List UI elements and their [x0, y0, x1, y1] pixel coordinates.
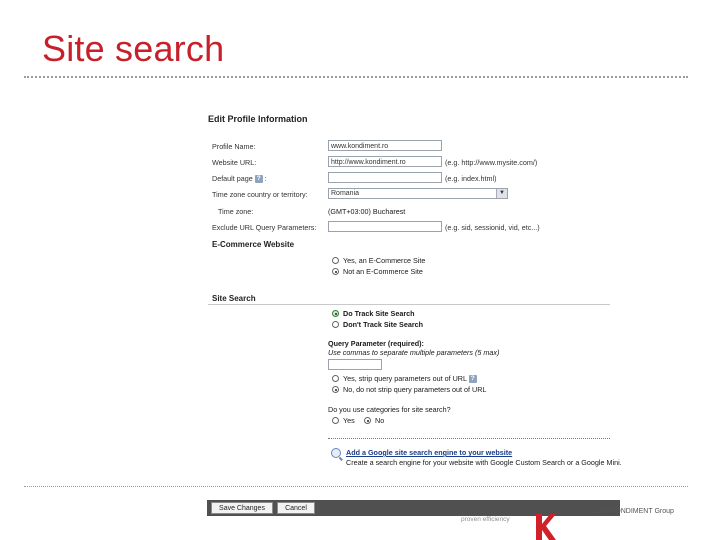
website-url-hint: (e.g. http://www.mysite.com/): [445, 158, 538, 167]
footer-tagline: proven efficiency: [461, 516, 510, 523]
strip-yes-label: Yes, strip query parameters out of URL: [343, 374, 467, 383]
profile-name-label: Profile Name:: [212, 142, 256, 151]
categories-label: Do you use categories for site search?: [328, 405, 451, 414]
dont-track-radio[interactable]: [332, 321, 339, 328]
exclude-params-label: Exclude URL Query Parameters:: [212, 223, 317, 232]
default-page-label-row: Default page ? :: [212, 174, 267, 184]
strip-no-label: No, do not strip query parameters out of…: [343, 385, 487, 394]
cancel-button[interactable]: Cancel: [277, 502, 315, 514]
website-url-input[interactable]: http://www.kondiment.ro: [328, 156, 442, 167]
query-param-label: Query Parameter (required):: [328, 339, 424, 348]
time-zone-country-select[interactable]: Romania ▼: [328, 188, 508, 199]
ecommerce-yes-radio[interactable]: [332, 257, 339, 264]
profile-form-screenshot: Edit Profile Information Profile Name: w…: [200, 106, 622, 470]
google-search-link[interactable]: Add a Google site search engine to your …: [346, 448, 512, 457]
strip-yes-radio[interactable]: [332, 375, 339, 382]
query-param-hint: Use commas to separate multiple paramete…: [328, 348, 500, 357]
ecommerce-no-label: Not an E-Commerce Site: [343, 267, 423, 276]
categories-no-label: No: [375, 416, 385, 425]
categories-no-radio[interactable]: [364, 417, 371, 424]
dont-track-label: Don't Track Site Search: [343, 320, 424, 329]
default-page-input[interactable]: [328, 172, 442, 183]
query-param-input[interactable]: [328, 359, 382, 370]
time-zone-label: Time zone:: [218, 207, 254, 216]
chevron-down-icon: ▼: [496, 189, 507, 198]
strip-no-radio[interactable]: [332, 386, 339, 393]
ecommerce-no-radio[interactable]: [332, 268, 339, 275]
track-site-search-radio[interactable]: [332, 310, 339, 317]
question-mark-icon[interactable]: ?: [254, 175, 263, 184]
footer-copyright: © 2009 KONDIMENT Group: [586, 508, 674, 515]
slide-title: Site search: [42, 28, 225, 69]
profile-name-input[interactable]: www.kondiment.ro: [328, 140, 442, 151]
default-page-colon: :: [264, 174, 267, 183]
default-page-hint: (e.g. index.html): [445, 174, 497, 183]
form-title: Edit Profile Information: [208, 114, 308, 124]
time-zone-value: (GMT+03:00) Bucharest: [328, 207, 406, 216]
google-section-divider: [328, 438, 610, 439]
title-divider: [24, 76, 688, 78]
exclude-params-input[interactable]: [328, 221, 442, 232]
save-changes-button[interactable]: Save Changes: [211, 502, 273, 514]
categories-yes-radio[interactable]: [332, 417, 339, 424]
ecommerce-yes-label: Yes, an E-Commerce Site: [343, 256, 426, 265]
magnifier-icon: [331, 448, 341, 458]
kondiment-logo: [536, 514, 556, 540]
google-search-desc: Create a search engine for your website …: [346, 458, 622, 467]
categories-yes-label: Yes: [343, 416, 355, 425]
site-search-divider: [208, 304, 610, 305]
ecommerce-heading: E-Commerce Website: [212, 240, 295, 249]
question-mark-icon[interactable]: ?: [468, 375, 477, 384]
default-page-label: Default page: [212, 174, 253, 183]
strip-yes-row: Yes, strip query parameters out of URL ?: [343, 374, 477, 384]
footer-divider: [24, 486, 688, 487]
exclude-params-hint: (e.g. sid, sessionid, vid, etc...): [445, 223, 540, 232]
track-site-search-label: Do Track Site Search: [343, 309, 415, 318]
site-search-heading: Site Search: [212, 294, 256, 303]
time-zone-country-value: Romania: [331, 190, 360, 197]
time-zone-country-label: Time zone country or territory:: [212, 190, 308, 199]
website-url-label: Website URL:: [212, 158, 257, 167]
